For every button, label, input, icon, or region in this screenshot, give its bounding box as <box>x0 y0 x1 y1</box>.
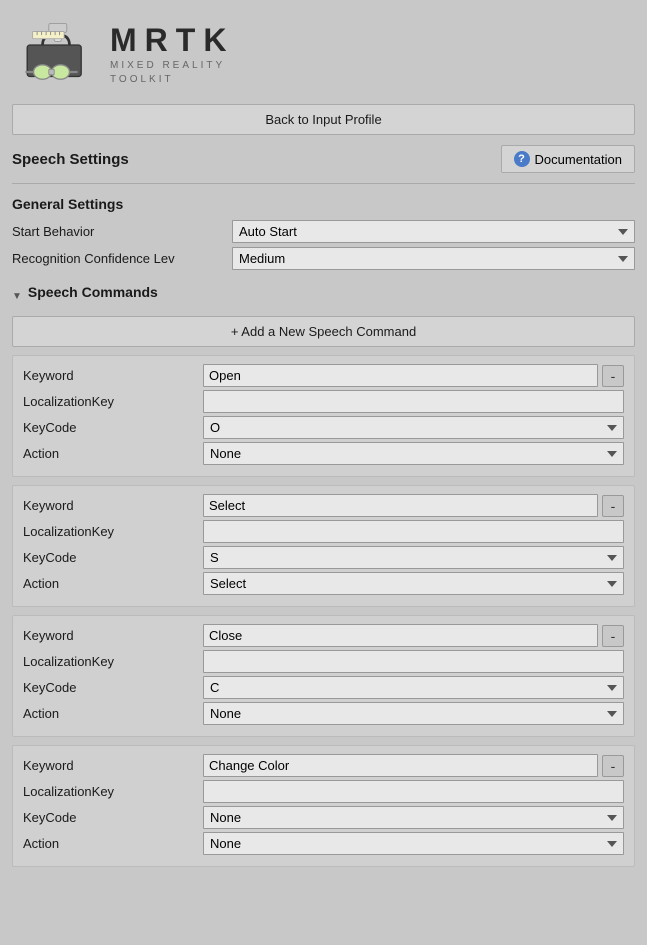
brand-subtitle-line1: MIXED REALITY <box>110 59 234 73</box>
back-to-input-profile-button[interactable]: Back to Input Profile <box>12 104 635 135</box>
action-label-2: Action <box>23 706 203 721</box>
keycode-select-1[interactable]: S <box>203 546 624 569</box>
command-card-1: Keyword - LocalizationKey KeyCode S Acti… <box>12 485 635 607</box>
localization-input-2[interactable] <box>203 650 624 673</box>
keyword-row-2: Keyword - <box>23 624 624 647</box>
speech-commands-header: ▼ Speech Commands <box>12 284 635 308</box>
keyword-input-3[interactable] <box>203 754 598 777</box>
keycode-select-2[interactable]: C <box>203 676 624 699</box>
speech-commands-title: Speech Commands <box>28 284 158 300</box>
keyword-input-0[interactable] <box>203 364 598 387</box>
keyword-row-1: Keyword - <box>23 494 624 517</box>
action-label-3: Action <box>23 836 203 851</box>
keycode-label-3: KeyCode <box>23 810 203 825</box>
keycode-row-0: KeyCode O <box>23 416 624 439</box>
keycode-row-2: KeyCode C <box>23 676 624 699</box>
localization-label-0: LocalizationKey <box>23 394 203 409</box>
command-card-2: Keyword - LocalizationKey KeyCode C Acti… <box>12 615 635 737</box>
localization-label-1: LocalizationKey <box>23 524 203 539</box>
brand-title: MRTK <box>110 22 234 59</box>
localization-label-2: LocalizationKey <box>23 654 203 669</box>
logo-icon <box>20 18 92 90</box>
speech-commands-section: ▼ Speech Commands + Add a New Speech Com… <box>12 284 635 867</box>
localization-row-2: LocalizationKey <box>23 650 624 673</box>
documentation-label: Documentation <box>535 152 622 167</box>
localization-row-3: LocalizationKey <box>23 780 624 803</box>
speech-settings-header: Speech Settings ? Documentation <box>12 145 635 173</box>
command-card-3: Keyword - LocalizationKey KeyCode None A… <box>12 745 635 867</box>
action-row-3: Action None Select <box>23 832 624 855</box>
brand-text: MRTK MIXED REALITY TOOLKIT <box>110 22 234 87</box>
remove-button-3[interactable]: - <box>602 755 624 777</box>
start-behavior-label: Start Behavior <box>12 224 232 239</box>
header: MRTK MIXED REALITY TOOLKIT <box>0 0 647 104</box>
action-label-0: Action <box>23 446 203 461</box>
keycode-row-3: KeyCode None A <box>23 806 624 829</box>
keyword-row-0: Keyword - <box>23 364 624 387</box>
start-behavior-row: Start Behavior Auto Start Manual Start <box>12 220 635 243</box>
action-row-0: Action None Select <box>23 442 624 465</box>
action-select-1[interactable]: None Select <box>203 572 624 595</box>
localization-input-3[interactable] <box>203 780 624 803</box>
action-label-1: Action <box>23 576 203 591</box>
speech-settings-title: Speech Settings <box>12 151 129 168</box>
start-behavior-select[interactable]: Auto Start Manual Start <box>232 220 635 243</box>
add-speech-command-button[interactable]: + Add a New Speech Command <box>12 316 635 347</box>
recognition-confidence-row: Recognition Confidence Lev High Medium L… <box>12 247 635 270</box>
keycode-row-1: KeyCode S <box>23 546 624 569</box>
action-select-0[interactable]: None Select <box>203 442 624 465</box>
documentation-button[interactable]: ? Documentation <box>501 145 635 173</box>
collapse-triangle-icon: ▼ <box>12 291 22 302</box>
keycode-select-3[interactable]: None A <box>203 806 624 829</box>
localization-label-3: LocalizationKey <box>23 784 203 799</box>
keyword-label-3: Keyword <box>23 758 203 773</box>
documentation-icon: ? <box>514 151 530 167</box>
remove-button-2[interactable]: - <box>602 625 624 647</box>
keycode-select-0[interactable]: O <box>203 416 624 439</box>
general-settings-title: General Settings <box>12 196 635 212</box>
keyword-input-1[interactable] <box>203 494 598 517</box>
remove-button-1[interactable]: - <box>602 495 624 517</box>
keycode-label-0: KeyCode <box>23 420 203 435</box>
keycode-label-1: KeyCode <box>23 550 203 565</box>
localization-input-1[interactable] <box>203 520 624 543</box>
content: Back to Input Profile Speech Settings ? … <box>0 104 647 887</box>
action-row-1: Action None Select <box>23 572 624 595</box>
keycode-label-2: KeyCode <box>23 680 203 695</box>
localization-row-1: LocalizationKey <box>23 520 624 543</box>
action-select-3[interactable]: None Select <box>203 832 624 855</box>
general-settings-section: General Settings Start Behavior Auto Sta… <box>12 196 635 270</box>
logo <box>20 18 92 90</box>
brand-subtitle-line2: TOOLKIT <box>110 73 234 87</box>
keyword-row-3: Keyword - <box>23 754 624 777</box>
header-divider <box>12 183 635 184</box>
recognition-confidence-select[interactable]: High Medium Low Rejected <box>232 247 635 270</box>
command-card-0: Keyword - LocalizationKey KeyCode O Acti… <box>12 355 635 477</box>
localization-input-0[interactable] <box>203 390 624 413</box>
action-select-2[interactable]: None Select <box>203 702 624 725</box>
keyword-label-2: Keyword <box>23 628 203 643</box>
localization-row-0: LocalizationKey <box>23 390 624 413</box>
recognition-confidence-label: Recognition Confidence Lev <box>12 251 232 266</box>
keyword-input-2[interactable] <box>203 624 598 647</box>
keyword-label-0: Keyword <box>23 368 203 383</box>
keyword-label-1: Keyword <box>23 498 203 513</box>
remove-button-0[interactable]: - <box>602 365 624 387</box>
action-row-2: Action None Select <box>23 702 624 725</box>
